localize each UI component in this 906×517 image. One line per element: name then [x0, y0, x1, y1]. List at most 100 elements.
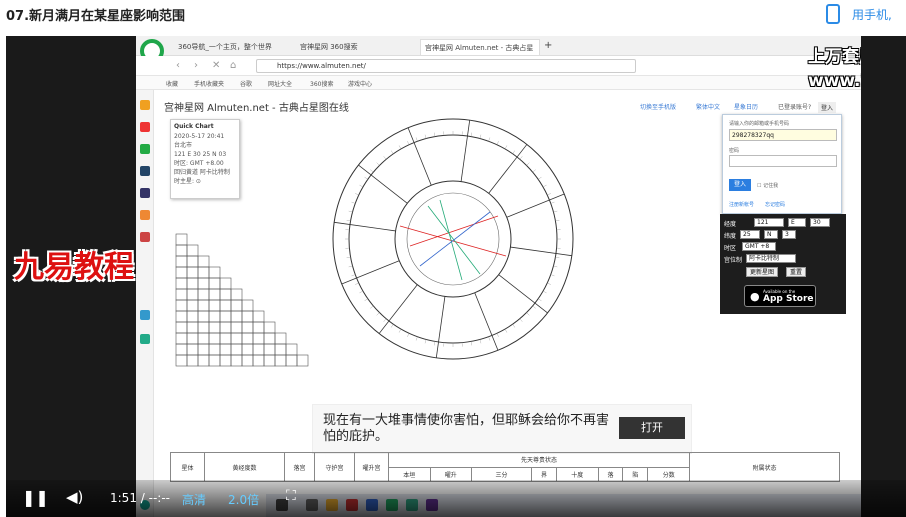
page-title: 07.新月满月在某星座影响范围	[6, 9, 186, 24]
browser-sidebar	[136, 90, 154, 517]
star-icon[interactable]	[140, 100, 150, 110]
bookmark-item[interactable]: 收藏	[166, 79, 178, 88]
aspect-cell	[197, 310, 210, 323]
app-icon[interactable]	[140, 334, 150, 344]
browser-tab-active[interactable]: 宫神星网 Almuten.net - 古典占星	[420, 39, 540, 55]
aspect-cell	[208, 299, 221, 312]
aspect-cell	[186, 277, 199, 290]
nav-traditional-link[interactable]: 繁体中文	[696, 102, 720, 111]
aspect-cell	[208, 321, 221, 334]
username-input[interactable]: 298278327qq	[729, 129, 837, 141]
home-icon[interactable]: ⌂	[230, 60, 236, 71]
table-header: 黄经度数	[204, 452, 285, 482]
aspect-cell	[175, 266, 188, 279]
app-store-badge[interactable]: ● Available on the App Store	[744, 285, 816, 307]
app-icon[interactable]	[140, 232, 150, 242]
aspect-cell	[208, 310, 221, 323]
speed-button[interactable]: 2.0倍	[228, 491, 259, 508]
quality-button[interactable]: 高清	[182, 491, 206, 508]
aspect-cell	[186, 299, 199, 312]
aspect-cell	[263, 321, 276, 334]
remember-checkbox[interactable]: ☐ 记住我	[757, 182, 778, 189]
aspect-cell	[230, 354, 243, 367]
latitude-min-input[interactable]: 3	[782, 230, 796, 239]
aspect-cell	[230, 288, 243, 301]
aspect-cell	[175, 244, 188, 257]
latitude-deg-input[interactable]: 25	[740, 230, 760, 239]
house-system-select[interactable]: 阿卡比特制	[746, 254, 796, 263]
nav-mobile-link[interactable]: 切换至手机版	[640, 102, 676, 111]
aspect-cell	[175, 288, 188, 301]
fullscreen-icon[interactable]: ⛶	[286, 488, 296, 504]
app-icon[interactable]	[140, 210, 150, 220]
aspect-cell	[241, 310, 254, 323]
login-button[interactable]: 登入	[729, 179, 751, 191]
latitude-label: 纬度	[724, 233, 737, 240]
ad-text: 现在有一大堆事情使你害怕，但耶稣会给你不再害怕的庇护。	[323, 413, 610, 444]
update-chart-button[interactable]: 更新星图	[746, 267, 779, 277]
aspect-cell	[230, 343, 243, 356]
nav-calendar-link[interactable]: 星象日历	[734, 102, 758, 111]
ad-banner[interactable]: 现在有一大堆事情使你害怕，但耶稣会给你不再害怕的庇护。 打开	[312, 404, 692, 454]
aspect-cell	[197, 332, 210, 345]
new-tab-icon[interactable]: +	[540, 39, 556, 55]
volume-icon[interactable]: ◀)	[66, 488, 83, 506]
bookmark-item[interactable]: 网址大全	[268, 79, 292, 88]
longitude-label: 经度	[724, 221, 737, 228]
reset-button[interactable]: 重置	[786, 267, 807, 277]
back-icon[interactable]: ‹	[176, 60, 180, 71]
forgot-password-link[interactable]: 忘记密码	[765, 201, 785, 208]
bookmark-item[interactable]: 游戏中心	[348, 79, 372, 88]
house-system-label: 宫位制	[724, 257, 743, 264]
aspect-cell	[219, 288, 232, 301]
table-header: 先天尊贵状态	[388, 452, 690, 468]
register-link[interactable]: 注册新帐号	[729, 201, 754, 208]
nav-account-label: 已登录账号?	[778, 104, 812, 111]
ad-open-button[interactable]: 打开	[619, 417, 685, 439]
timezone-select[interactable]: GMT +8	[742, 242, 776, 251]
aspect-cell	[252, 310, 265, 323]
video-player[interactable]: 360导航_一个主页，整个世界 宫神星网 360搜索 宫神星网 Almuten.…	[6, 36, 906, 517]
latitude-dir-select[interactable]: N	[764, 230, 778, 239]
app-icon[interactable]	[140, 166, 150, 176]
aspect-cell	[219, 343, 232, 356]
nav-login-button[interactable]: 登入	[818, 102, 837, 113]
longitude-deg-input[interactable]: 121	[754, 218, 784, 227]
app-icon[interactable]	[140, 188, 150, 198]
bookmark-item[interactable]: 手机收藏夹	[194, 79, 224, 88]
password-input[interactable]	[729, 155, 837, 167]
forward-icon[interactable]: ›	[194, 60, 198, 71]
bookmark-item[interactable]: 谷歌	[240, 79, 252, 88]
pause-icon[interactable]: ❚❚	[22, 488, 49, 507]
browser-tab[interactable]: 360导航_一个主页，整个世界	[174, 39, 292, 55]
app-icon[interactable]	[140, 310, 150, 320]
aspect-cell	[241, 321, 254, 334]
mobile-link[interactable]: 用手机,	[852, 6, 892, 23]
remember-label: 记住我	[763, 183, 779, 189]
aspect-cell	[175, 255, 188, 268]
close-icon[interactable]: ✕	[212, 60, 220, 71]
astrology-chart-wheel[interactable]	[330, 116, 576, 362]
player-controls: ❚❚ ◀) 1:51 / --:-- 高清 2.0倍 ⛶	[6, 480, 906, 517]
url-input[interactable]: https://www.almuten.net/	[256, 59, 636, 73]
table-header: 守护宫	[314, 452, 355, 482]
login-panel: 请输入你的邮箱或手机号码 298278327qq 密码 登入 ☐ 记住我 注册新…	[722, 114, 842, 214]
aspect-cell	[186, 321, 199, 334]
aspect-cell	[175, 310, 188, 323]
page-header: 07.新月满月在某星座影响范围 用手机,	[0, 0, 906, 30]
aspect-cell	[197, 354, 210, 367]
aspect-cell	[186, 310, 199, 323]
aspect-cell	[197, 266, 210, 279]
weibo-icon[interactable]	[140, 122, 150, 132]
aspect-cell	[208, 288, 221, 301]
aspect-cell	[219, 277, 232, 290]
quick-chart-line: 时区: GMT +8.00	[174, 160, 224, 167]
phone-icon[interactable]	[826, 4, 840, 24]
app-icon[interactable]	[140, 144, 150, 154]
quick-chart-line: 台北市	[174, 142, 193, 149]
longitude-min-input[interactable]: 30	[810, 218, 830, 227]
browser-tab[interactable]: 宫神星网 360搜索	[296, 39, 414, 55]
longitude-dir-select[interactable]: E	[788, 218, 806, 227]
apple-icon: ●	[750, 290, 760, 303]
bookmark-item[interactable]: 360搜索	[310, 79, 333, 88]
